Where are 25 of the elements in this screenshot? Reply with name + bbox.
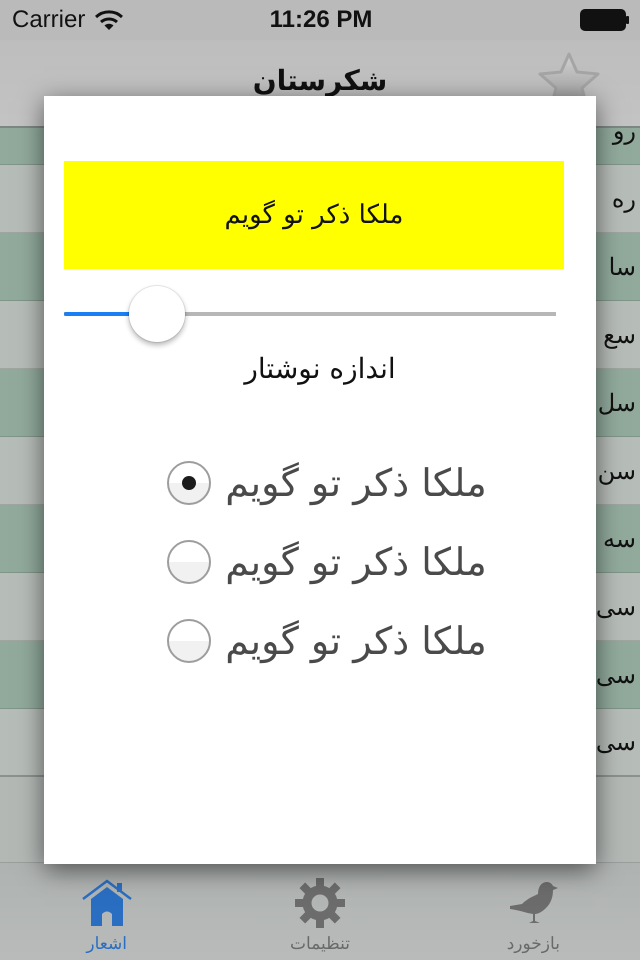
row-title: سه xyxy=(603,524,636,552)
radio-button[interactable] xyxy=(167,540,212,584)
row-title: سی xyxy=(596,592,636,620)
font-option-label[interactable]: ملکا ذکر تو گویم xyxy=(225,619,487,663)
wifi-icon xyxy=(95,10,124,30)
slider-thumb[interactable] xyxy=(129,286,186,342)
status-time: 11:26 PM xyxy=(270,6,372,34)
battery-icon xyxy=(580,9,630,31)
row-title: سل xyxy=(598,388,636,416)
radio-button[interactable] xyxy=(167,619,212,663)
row-title: رو xyxy=(612,128,636,144)
row-title: سی xyxy=(596,728,636,756)
nav-title: شکرستان xyxy=(252,64,388,98)
row-title: سن xyxy=(598,456,636,484)
carrier-name: Carrier xyxy=(12,6,86,34)
gear-icon xyxy=(293,876,347,930)
sample-text-banner: ملکا ذکر تو گویم xyxy=(64,161,564,269)
row-title: سی xyxy=(596,660,636,688)
row-title: ره xyxy=(612,184,636,212)
font-option-label[interactable]: ملکا ذکر تو گویم xyxy=(225,461,487,505)
font-option-label[interactable]: ملکا ذکر تو گویم xyxy=(225,540,487,584)
radio-button[interactable] xyxy=(167,461,212,505)
row-title: سع xyxy=(603,320,636,348)
font-size-label: اندازه نوشتار xyxy=(244,352,396,385)
row-title: سا xyxy=(608,252,636,280)
